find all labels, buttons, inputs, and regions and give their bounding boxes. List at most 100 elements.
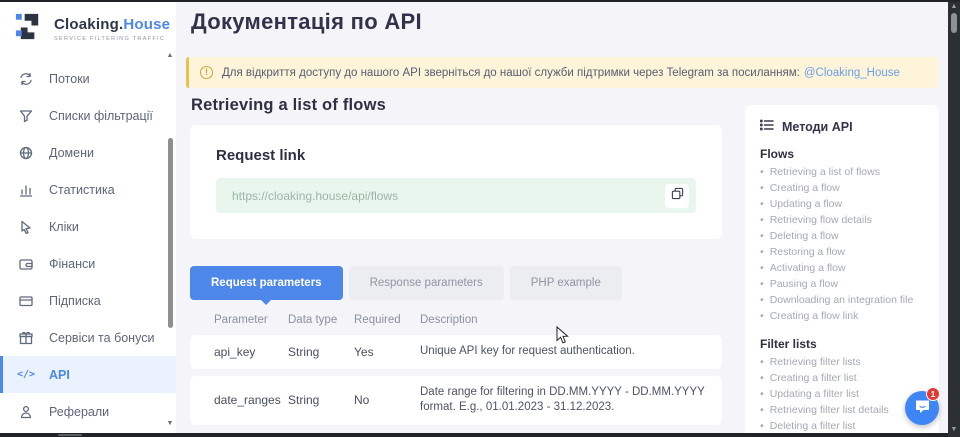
- sidebar-item-api[interactable]: </> API: [0, 356, 176, 393]
- sidebar-item-statistics[interactable]: Статистика: [0, 171, 176, 208]
- subscription-card-icon: [18, 293, 34, 309]
- method-link[interactable]: •Creating a filter list: [760, 370, 929, 386]
- cell-description: Unique API key for request authenticatio…: [420, 344, 712, 360]
- request-link-title: Request link: [216, 147, 305, 164]
- app-window: Cloaking.House SERVICE FILTERING TRAFFIC…: [0, 0, 960, 437]
- scroll-up-icon[interactable]: ▲: [948, 2, 960, 12]
- section-title: Retrieving a list of flows: [191, 96, 386, 115]
- method-link[interactable]: •Updating a filter list: [760, 386, 929, 402]
- flows-sync-icon: [18, 71, 34, 87]
- request-link-card: Request link https://cloaking.house/api/…: [190, 125, 722, 239]
- sidebar-item-label: Статистика: [49, 183, 115, 197]
- logo[interactable]: Cloaking.House SERVICE FILTERING TRAFFIC: [0, 0, 176, 55]
- tab-request-parameters[interactable]: Request parameters: [190, 266, 343, 300]
- method-link[interactable]: •Retrieving filter lists: [760, 354, 929, 370]
- sidebar-nav: Потоки Списки фільтрації Домени Статисти…: [0, 60, 176, 430]
- api-code-icon: </>: [18, 367, 34, 383]
- chat-bubble-icon: [914, 398, 931, 419]
- referrals-person-icon: [18, 404, 34, 420]
- cell-parameter: date_ranges: [214, 393, 288, 407]
- sidebar-item-subscription[interactable]: Підписка: [0, 282, 176, 319]
- copy-url-button[interactable]: [665, 184, 689, 208]
- scroll-down-icon[interactable]: ▼: [166, 420, 174, 427]
- cell-required: Yes: [354, 345, 420, 359]
- sidebar-item-label: Сервіси та бонуси: [49, 331, 154, 345]
- request-url: https://cloaking.house/api/flows: [232, 189, 665, 203]
- method-link[interactable]: •Deleting a filter list: [760, 418, 929, 434]
- request-url-field[interactable]: https://cloaking.house/api/flows: [216, 178, 696, 213]
- sidebar-item-label: Підписка: [49, 294, 101, 308]
- list-icon: [760, 119, 774, 134]
- telegram-link[interactable]: @Cloaking_House: [804, 67, 900, 79]
- cell-parameter: api_key: [214, 345, 288, 359]
- filter-funnel-icon: [18, 108, 34, 124]
- api-access-banner: ! Для відкриття доступу до нашого API зв…: [186, 57, 938, 88]
- sidebar-item-services-bonuses[interactable]: Сервіси та бонуси: [0, 319, 176, 356]
- parameters-table: Parameter Data type Required Description…: [190, 307, 722, 432]
- api-methods-header: Методи API: [760, 119, 929, 134]
- horizontal-scrollbar-thumb[interactable]: [58, 434, 82, 436]
- cell-description: Date range for filtering in DD.MM.YYYY -…: [420, 385, 712, 416]
- col-data-type: Data type: [288, 314, 354, 326]
- method-link[interactable]: •Restoring a flow: [760, 244, 929, 260]
- method-link[interactable]: •Creating a flow link: [760, 308, 929, 324]
- col-description: Description: [420, 314, 712, 326]
- method-link[interactable]: •Retrieving a list of flows: [760, 164, 929, 180]
- sidebar-item-label: Домени: [49, 146, 94, 160]
- scroll-up-icon[interactable]: ▲: [166, 52, 174, 59]
- method-link[interactable]: •Pausing a flow: [760, 276, 929, 292]
- main-content: Документація по API ! Для відкриття дост…: [176, 0, 948, 433]
- method-link[interactable]: •Creating a flow: [760, 180, 929, 196]
- main-scrollbar-thumb[interactable]: [951, 13, 957, 33]
- table-header-row: Parameter Data type Required Description: [190, 307, 722, 335]
- sidebar-item-referrals[interactable]: Реферали: [0, 393, 176, 430]
- parameter-tabs: Request parameters Response parameters P…: [190, 266, 622, 300]
- sidebar-item-flows[interactable]: Потоки: [0, 60, 176, 97]
- api-methods-panel: Методи API Flows •Retrieving a list of f…: [745, 105, 939, 437]
- scroll-down-icon[interactable]: ▼: [948, 425, 960, 435]
- sidebar-item-finances[interactable]: Фінанси: [0, 245, 176, 282]
- services-gift-icon: [18, 330, 34, 346]
- methods-section-flows: Flows: [760, 147, 929, 161]
- col-required: Required: [354, 314, 420, 326]
- brand-name: Cloaking.House: [54, 16, 170, 33]
- window-bottom-edge: [0, 433, 948, 437]
- window-top-edge: [0, 0, 960, 2]
- sidebar-item-filter-lists[interactable]: Списки фільтрації: [0, 97, 176, 134]
- banner-text: Для відкриття доступу до нашого API звер…: [222, 67, 900, 79]
- api-methods-title: Методи API: [782, 120, 853, 134]
- tab-php-example[interactable]: PHP example: [510, 266, 622, 300]
- cell-required: No: [354, 393, 420, 407]
- brand-tagline: SERVICE FILTERING TRAFFIC: [54, 36, 170, 42]
- methods-section-filter-lists: Filter lists: [760, 337, 929, 351]
- method-link[interactable]: •Activating a flow: [760, 260, 929, 276]
- sidebar-item-label: Фінанси: [49, 257, 95, 271]
- clicks-cursor-icon: [18, 219, 34, 235]
- sidebar: Cloaking.House SERVICE FILTERING TRAFFIC…: [0, 0, 176, 433]
- domains-globe-icon: [18, 145, 34, 161]
- method-link[interactable]: •Retrieving flow details: [760, 212, 929, 228]
- sidebar-scrollbar[interactable]: ▲ ▼: [166, 50, 174, 427]
- method-link[interactable]: •Downloading an integration file: [760, 292, 929, 308]
- method-link[interactable]: •Updating a flow: [760, 196, 929, 212]
- statistics-bars-icon: [18, 182, 34, 198]
- method-link[interactable]: •Deleting a flow: [760, 228, 929, 244]
- sidebar-item-label: Потоки: [49, 72, 90, 86]
- sidebar-item-clicks[interactable]: Кліки: [0, 208, 176, 245]
- finances-wallet-icon: [18, 256, 34, 272]
- logo-icon: [13, 11, 46, 47]
- info-icon: !: [200, 66, 213, 79]
- sidebar-item-label: Кліки: [49, 220, 79, 234]
- sidebar-item-label: Списки фільтрації: [49, 109, 153, 123]
- table-row: date_ranges String No Date range for fil…: [190, 376, 722, 425]
- cell-data-type: String: [288, 393, 354, 407]
- sidebar-item-label: Реферали: [49, 405, 109, 419]
- sidebar-scrollbar-thumb[interactable]: [168, 138, 173, 328]
- method-link[interactable]: •Retrieving filter list details: [760, 402, 929, 418]
- page-title: Документація по API: [191, 9, 422, 35]
- sidebar-item-domains[interactable]: Домени: [0, 134, 176, 171]
- main-scrollbar[interactable]: ▲ ▼: [948, 0, 960, 437]
- sidebar-item-label: API: [49, 368, 70, 382]
- copy-icon: [671, 187, 684, 205]
- tab-response-parameters[interactable]: Response parameters: [349, 266, 504, 300]
